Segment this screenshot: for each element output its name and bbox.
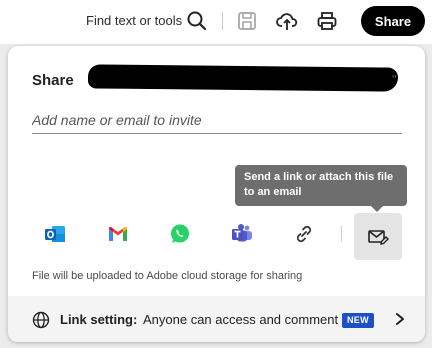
new-badge: NEW [342, 313, 374, 328]
teams-icon[interactable] [230, 222, 254, 246]
save-icon[interactable] [236, 10, 258, 32]
panel-title: Share [32, 72, 74, 89]
print-icon[interactable] [316, 10, 338, 32]
toolbar-divider [222, 12, 223, 30]
invite-input[interactable] [32, 106, 402, 134]
outlook-icon[interactable] [43, 222, 67, 246]
top-toolbar: Find text or tools Share [0, 0, 432, 44]
search-icon[interactable] [186, 10, 208, 32]
cloud-upload-icon[interactable] [276, 10, 298, 32]
share-button[interactable]: Share [361, 6, 425, 36]
link-setting-row[interactable]: Link setting: Anyone can access and comm… [8, 296, 425, 342]
email-tooltip: Send a link or attach this file to an em… [235, 165, 407, 212]
share-panel: Share " Send a link or attach this file … [8, 46, 425, 342]
whatsapp-icon[interactable] [168, 222, 192, 246]
redacted-file-name [87, 64, 399, 92]
gmail-icon[interactable] [106, 222, 130, 246]
share-row-divider [341, 226, 342, 242]
find-text-tools-label[interactable]: Find text or tools [86, 13, 182, 28]
chevron-right-icon [396, 313, 404, 325]
link-setting-label: Link setting: [60, 312, 138, 327]
upload-note: File will be uploaded to Adobe cloud sto… [32, 270, 303, 282]
email-attach-button[interactable] [354, 213, 402, 260]
globe-icon [32, 311, 50, 329]
link-icon[interactable] [292, 222, 316, 246]
email-edit-icon [368, 229, 389, 245]
link-setting-value: Anyone can access and comment [143, 312, 339, 327]
title-trailing-mark: " [392, 72, 397, 87]
